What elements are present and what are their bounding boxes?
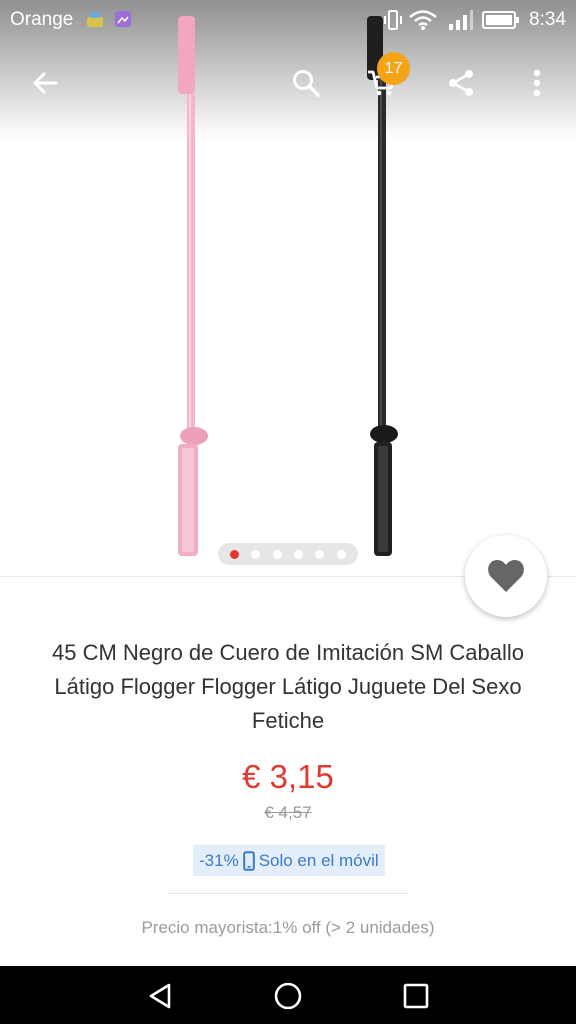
favorite-button[interactable] bbox=[465, 535, 547, 617]
notification-app-icon bbox=[86, 9, 104, 35]
mobile-discount-tag: -31% Solo en el móvil bbox=[193, 845, 385, 876]
product-title: 45 CM Negro de Cuero de Imitación SM Cab… bbox=[51, 640, 524, 733]
back-triangle-icon[interactable] bbox=[140, 976, 180, 1016]
share-icon[interactable] bbox=[438, 60, 484, 106]
status-time: 8:34 bbox=[529, 9, 566, 30]
pager-dot[interactable] bbox=[230, 549, 240, 559]
back-arrow-icon[interactable] bbox=[22, 60, 68, 106]
cart-count-badge: 17 bbox=[377, 52, 410, 85]
top-toolbar bbox=[0, 50, 576, 116]
gallery-icon bbox=[114, 9, 132, 35]
discount-percent: -31% bbox=[199, 850, 239, 870]
original-price-value: € 4,57 bbox=[264, 803, 312, 822]
more-vert-icon[interactable] bbox=[514, 60, 560, 106]
signal-icon bbox=[448, 9, 474, 37]
wifi-icon bbox=[408, 9, 438, 37]
wholesale-price[interactable]: Precio mayorista:1% off (> 2 unidades) bbox=[0, 918, 576, 938]
phone-icon bbox=[242, 850, 255, 871]
product-price: € 3,15 bbox=[242, 758, 334, 795]
original-price: € 4,57 bbox=[0, 803, 576, 823]
mobile-only-label: Solo en el móvil bbox=[258, 850, 379, 870]
pager-dot[interactable] bbox=[315, 549, 325, 559]
home-circle-icon[interactable] bbox=[268, 976, 308, 1016]
system-nav-bar bbox=[0, 966, 576, 1024]
divider bbox=[168, 893, 408, 894]
carrier-name: Orange bbox=[10, 9, 74, 30]
search-icon[interactable] bbox=[283, 60, 329, 106]
recents-square-icon[interactable] bbox=[396, 976, 436, 1016]
pager-dot[interactable] bbox=[272, 549, 282, 559]
battery-icon bbox=[482, 9, 520, 37]
pager-dot[interactable] bbox=[336, 549, 346, 559]
vibrate-icon bbox=[382, 9, 404, 37]
pager-dot[interactable] bbox=[251, 549, 261, 559]
status-bar: Orange 8:34 bbox=[0, 0, 576, 40]
image-pager-dots[interactable] bbox=[218, 543, 358, 565]
heart-icon bbox=[488, 560, 524, 592]
pager-dot[interactable] bbox=[294, 549, 304, 559]
